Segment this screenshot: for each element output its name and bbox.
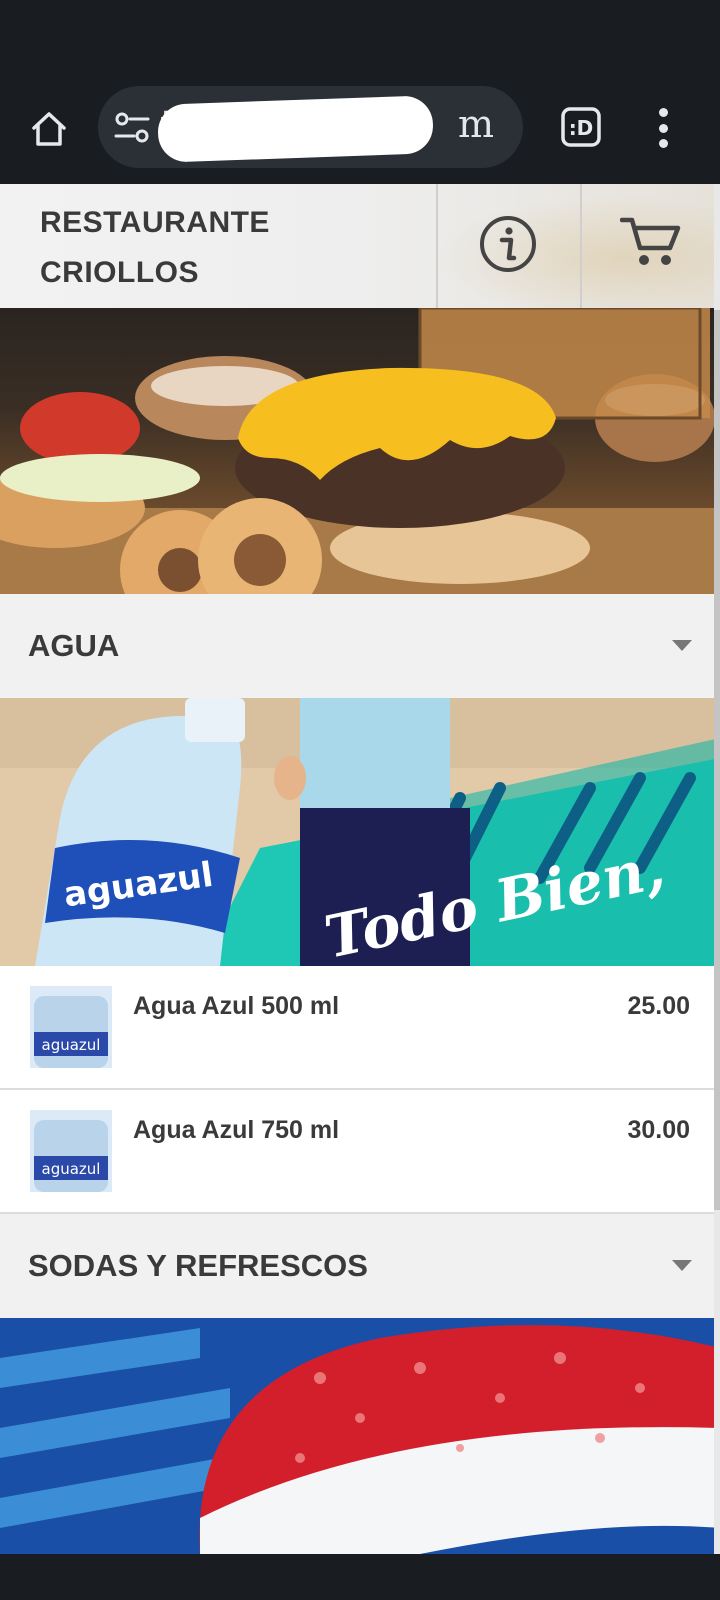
category-banner-sodas (0, 1318, 714, 1554)
category-title: SODAS Y REFRESCOS (28, 1248, 368, 1283)
category-header-sodas[interactable]: SODAS Y REFRESCOS (0, 1214, 714, 1318)
svg-text::D: :D (569, 116, 594, 140)
item-price: 25.00 (627, 992, 690, 1020)
item-name: Agua Azul 500 ml (133, 992, 340, 1020)
overflow-menu-icon[interactable] (648, 104, 678, 152)
item-name: Agua Azul 750 ml (133, 1116, 340, 1144)
category-banner-agua: aguazul Todo Bien, (0, 698, 714, 966)
home-button[interactable] (26, 106, 72, 152)
cart-icon[interactable] (620, 214, 682, 270)
header-divider (580, 184, 582, 308)
header-divider (436, 184, 438, 308)
site-settings-icon[interactable] (112, 108, 152, 148)
system-navigation-bar (0, 1554, 720, 1600)
restaurant-name[interactable]: RESTAURANTE CRIOLLOS (40, 198, 270, 298)
item-thumbnail: aguazul (30, 986, 112, 1068)
scrollbar-thumb[interactable] (714, 310, 720, 1210)
browser-toolbar: tam :D (0, 84, 720, 184)
svg-text:aguazul: aguazul (42, 1160, 101, 1178)
svg-text:aguazul: aguazul (42, 1036, 101, 1054)
url-bar[interactable]: tam (98, 86, 523, 168)
chevron-down-icon (672, 1260, 692, 1271)
menu-item[interactable]: aguazul Agua Azul 750 ml 30.00 (0, 1090, 714, 1214)
info-icon[interactable] (478, 214, 538, 274)
page-content: RESTAURANTE CRIOLLOS AGUA aguazul Todo B… (0, 184, 714, 1554)
menu-item[interactable]: aguazul Agua Azul 500 ml 25.00 (0, 966, 714, 1090)
chevron-down-icon (672, 640, 692, 651)
status-bar (0, 0, 720, 84)
hero-food-image (0, 308, 714, 594)
home-icon (32, 112, 66, 146)
site-header: RESTAURANTE CRIOLLOS (0, 184, 714, 308)
category-title: AGUA (28, 628, 120, 663)
item-thumbnail: aguazul (30, 1110, 112, 1192)
item-price: 30.00 (627, 1116, 690, 1144)
tab-switcher-icon[interactable]: :D (560, 106, 602, 148)
category-header-agua[interactable]: AGUA (0, 594, 714, 698)
url-redaction (157, 95, 434, 163)
